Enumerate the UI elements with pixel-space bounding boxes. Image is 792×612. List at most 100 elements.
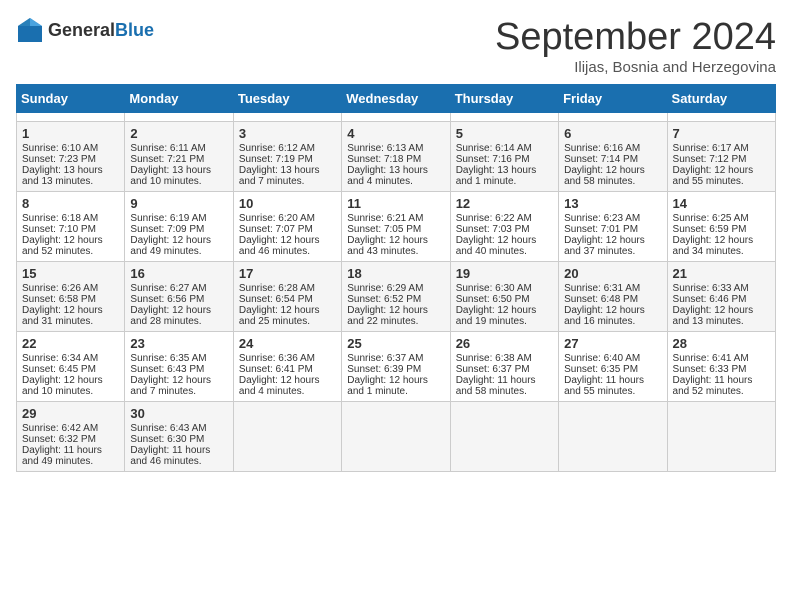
day-number: 12 <box>456 196 553 211</box>
day-number: 11 <box>347 196 444 211</box>
sunset-text: Sunset: 6:41 PM <box>239 364 336 375</box>
table-row <box>450 402 558 472</box>
daylight-text: Daylight: 12 hours and 16 minutes. <box>564 305 661 327</box>
sunrise-text: Sunrise: 6:19 AM <box>130 213 227 224</box>
table-row: 23 Sunrise: 6:35 AMSunset: 6:43 PMDayligh… <box>125 332 233 402</box>
daylight-text: Daylight: 12 hours and 40 minutes. <box>456 235 553 257</box>
table-row: 22Sunrise: 6:34 AMSunset: 6:45 PMDayligh… <box>17 332 125 402</box>
table-row: 4Sunrise: 6:13 AMSunset: 7:18 PMDaylight… <box>342 122 450 192</box>
sunrise-text: Sunrise: 6:33 AM <box>673 283 770 294</box>
table-row: 18Sunrise: 6:29 AMSunset: 6:52 PMDayligh… <box>342 262 450 332</box>
sunset-text: Sunset: 6:39 PM <box>347 364 444 375</box>
sunrise-text: Sunrise: 6:37 AM <box>347 353 444 364</box>
daylight-text: Daylight: 12 hours and 25 minutes. <box>239 305 336 327</box>
day-number: 16 <box>130 266 227 281</box>
daylight-text: Daylight: 12 hours and 52 minutes. <box>22 235 119 257</box>
day-number: 5 <box>456 126 553 141</box>
sunrise-text: Sunrise: 6:35 AM <box>130 353 227 364</box>
daylight-text: Daylight: 11 hours and 55 minutes. <box>564 375 661 397</box>
table-row: 26Sunrise: 6:38 AMSunset: 6:37 PMDayligh… <box>450 332 558 402</box>
sunset-text: Sunset: 7:14 PM <box>564 154 661 165</box>
sunrise-text: Sunrise: 6:11 AM <box>130 143 227 154</box>
daylight-text: Daylight: 13 hours and 13 minutes. <box>22 165 119 187</box>
calendar-week-row: 15 Sunrise: 6:26 AMSunset: 6:58 PM Dayligh… <box>17 262 776 332</box>
day-number: 8 <box>22 196 119 211</box>
day-number: 23 <box>130 336 227 351</box>
sunset-text: Sunset: 6:50 PM <box>456 294 553 305</box>
daylight-text: Daylight: 12 hours and 22 minutes. <box>347 305 444 327</box>
calendar-week-row: 22Sunrise: 6:34 AMSunset: 6:45 PMDayligh… <box>17 332 776 402</box>
sunset-text: Sunset: 7:01 PM <box>564 224 661 235</box>
sunset-text: Sunset: 7:10 PM <box>22 224 119 235</box>
table-row: 1Sunrise: 6:10 AMSunset: 7:23 PMDaylight… <box>17 122 125 192</box>
table-row: 5Sunrise: 6:14 AMSunset: 7:16 PMDaylight… <box>450 122 558 192</box>
table-row: 8 Sunrise: 6:18 AMSunset: 7:10 PMDaylight… <box>17 192 125 262</box>
table-row <box>667 113 775 122</box>
sunset-text: Sunset: 6:52 PM <box>347 294 444 305</box>
sunset-text: Sunset: 7:12 PM <box>673 154 770 165</box>
day-number: 27 <box>564 336 661 351</box>
sunrise-text: Sunrise: 6:31 AM <box>564 283 661 294</box>
calendar-week-row: 29Sunrise: 6:42 AMSunset: 6:32 PMDayligh… <box>17 402 776 472</box>
sunset-text: Sunset: 6:43 PM <box>130 364 227 375</box>
sunset-text: Sunset: 7:07 PM <box>239 224 336 235</box>
sunrise-text: Sunrise: 6:17 AM <box>673 143 770 154</box>
col-sunday: Sunday <box>17 85 125 113</box>
sunset-text: Sunset: 6:48 PM <box>564 294 661 305</box>
day-number: 3 <box>239 126 336 141</box>
sunrise-text: Sunrise: 6:28 AM <box>239 283 336 294</box>
daylight-text: Daylight: 13 hours and 7 minutes. <box>239 165 336 187</box>
table-row: 25Sunrise: 6:37 AMSunset: 6:39 PMDayligh… <box>342 332 450 402</box>
daylight-text: Daylight: 12 hours and 58 minutes. <box>564 165 661 187</box>
table-row: 11Sunrise: 6:21 AMSunset: 7:05 PMDayligh… <box>342 192 450 262</box>
sunrise-text: Sunrise: 6:41 AM <box>673 353 770 364</box>
col-friday: Friday <box>559 85 667 113</box>
daylight-text: Daylight: 12 hours and 28 minutes. <box>130 305 227 327</box>
day-number: 15 <box>22 266 119 281</box>
daylight-text: Daylight: 11 hours and 46 minutes. <box>130 445 227 467</box>
day-number: 10 <box>239 196 336 211</box>
table-row: 2Sunrise: 6:11 AMSunset: 7:21 PMDaylight… <box>125 122 233 192</box>
day-number: 22 <box>22 336 119 351</box>
daylight-text: Daylight: 12 hours and 4 minutes. <box>239 375 336 397</box>
sunset-text: Sunset: 6:58 PM <box>22 294 119 305</box>
sunset-text: Sunset: 7:23 PM <box>22 154 119 165</box>
daylight-text: Daylight: 13 hours and 4 minutes. <box>347 165 444 187</box>
col-thursday: Thursday <box>450 85 558 113</box>
sunrise-text: Sunrise: 6:40 AM <box>564 353 661 364</box>
col-tuesday: Tuesday <box>233 85 341 113</box>
table-row: 20Sunrise: 6:31 AMSunset: 6:48 PMDayligh… <box>559 262 667 332</box>
daylight-text: Daylight: 12 hours and 37 minutes. <box>564 235 661 257</box>
daylight-text: Daylight: 13 hours and 1 minute. <box>456 165 553 187</box>
table-row: 24Sunrise: 6:36 AMSunset: 6:41 PMDayligh… <box>233 332 341 402</box>
day-number: 6 <box>564 126 661 141</box>
table-row <box>450 113 558 122</box>
sunset-text: Sunset: 6:35 PM <box>564 364 661 375</box>
day-number: 29 <box>22 406 119 421</box>
sunset-text: Sunset: 6:33 PM <box>673 364 770 375</box>
table-row: 14Sunrise: 6:25 AMSunset: 6:59 PMDayligh… <box>667 192 775 262</box>
sunrise-text: Sunrise: 6:20 AM <box>239 213 336 224</box>
table-row: 27 Sunrise: 6:40 AMSunset: 6:35 PMDayligh… <box>559 332 667 402</box>
title-area: September 2024 Ilijas, Bosnia and Herzeg… <box>495 16 776 76</box>
sunrise-text: Sunrise: 6:36 AM <box>239 353 336 364</box>
sunrise-text: Sunrise: 6:18 AM <box>22 213 119 224</box>
location-subtitle: Ilijas, Bosnia and Herzegovina <box>495 59 776 76</box>
sunrise-text: Sunrise: 6:16 AM <box>564 143 661 154</box>
sunrise-text: Sunrise: 6:13 AM <box>347 143 444 154</box>
table-row <box>667 402 775 472</box>
table-row <box>233 113 341 122</box>
col-monday: Monday <box>125 85 233 113</box>
table-row: 6 Sunrise: 6:16 AMSunset: 7:14 PMDaylight… <box>559 122 667 192</box>
table-row: 10 Sunrise: 6:20 AMSunset: 7:07 PMDayligh… <box>233 192 341 262</box>
page-header: GeneralBlue September 2024 Ilijas, Bosni… <box>16 16 776 76</box>
sunset-text: Sunset: 7:05 PM <box>347 224 444 235</box>
table-row: 17Sunrise: 6:28 AMSunset: 6:54 PMDayligh… <box>233 262 341 332</box>
sunset-text: Sunset: 6:45 PM <box>22 364 119 375</box>
daylight-text: Daylight: 12 hours and 7 minutes. <box>130 375 227 397</box>
sunrise-text: Sunrise: 6:26 AM <box>22 283 119 294</box>
daylight-text: Daylight: 12 hours and 46 minutes. <box>239 235 336 257</box>
daylight-text: Daylight: 12 hours and 19 minutes. <box>456 305 553 327</box>
daylight-text: Daylight: 12 hours and 55 minutes. <box>673 165 770 187</box>
daylight-text: Daylight: 11 hours and 49 minutes. <box>22 445 119 467</box>
